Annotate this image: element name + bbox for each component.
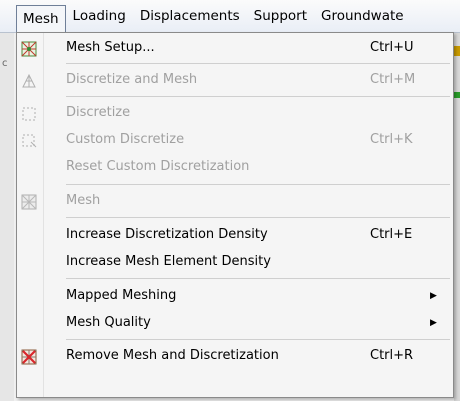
- menu-item-increase-discretization-density[interactable]: Increase Discretization Density Ctrl+E: [17, 221, 453, 249]
- menu-item-label: Discretize and Mesh: [66, 72, 198, 87]
- menu-item-shortcut: Ctrl+U: [370, 40, 414, 55]
- menu-item-label: Reset Custom Discretization: [66, 159, 250, 174]
- mesh-icon: [21, 193, 37, 210]
- menu-separator: [66, 339, 450, 340]
- menubar-item-mesh[interactable]: Mesh: [16, 4, 66, 33]
- mesh-setup-icon: [21, 40, 37, 57]
- menu-item-mesh-quality[interactable]: Mesh Quality ▶: [17, 309, 453, 337]
- submenu-arrow-icon: ▶: [430, 318, 437, 328]
- custom-discretize-icon: [21, 132, 37, 148]
- menu-item-shortcut: Ctrl+M: [370, 72, 416, 87]
- discretize-mesh-icon: [21, 72, 37, 88]
- menu-separator: [66, 63, 450, 64]
- menu-item-remove-mesh-and-discretization[interactable]: Remove Mesh and Discretization Ctrl+R: [17, 342, 453, 370]
- discretize-icon: [21, 105, 37, 121]
- background-accent: [454, 92, 460, 98]
- background-app-right: [454, 32, 460, 401]
- background-app-left: c: [0, 32, 14, 401]
- menu-separator: [66, 96, 450, 97]
- menu-item-label: Discretize: [66, 105, 131, 120]
- menu-item-mesh-setup[interactable]: Mesh Setup... Ctrl+U: [17, 34, 453, 62]
- menubar-item-displacements[interactable]: Displacements: [133, 4, 247, 28]
- submenu-arrow-icon: ▶: [430, 291, 437, 301]
- menu-item-custom-discretize[interactable]: Custom Discretize Ctrl+K: [17, 126, 453, 154]
- menu-item-label: Increase Discretization Density: [66, 227, 268, 242]
- menu-item-label: Mesh Quality: [66, 315, 151, 330]
- remove-mesh-icon: [21, 348, 37, 365]
- menu-item-label: Remove Mesh and Discretization: [66, 348, 279, 363]
- menu-item-reset-custom-discretization[interactable]: Reset Custom Discretization: [17, 153, 453, 181]
- menubar-item-loading[interactable]: Loading: [66, 4, 133, 28]
- menu-item-increase-mesh-element-density[interactable]: Increase Mesh Element Density: [17, 248, 453, 276]
- menu-item-shortcut: Ctrl+R: [370, 348, 414, 363]
- menu-separator: [66, 217, 450, 218]
- menu-item-shortcut: Ctrl+E: [370, 227, 413, 242]
- menu-separator: [66, 184, 450, 185]
- menubar-item-support[interactable]: Support: [247, 4, 314, 28]
- menu-item-discretize-and-mesh[interactable]: Discretize and Mesh Ctrl+M: [17, 66, 453, 94]
- menu-separator: [66, 278, 450, 279]
- menu-item-mapped-meshing[interactable]: Mapped Meshing ▶: [17, 282, 453, 310]
- menu-item-label: Increase Mesh Element Density: [66, 254, 271, 269]
- menu-item-label: Mapped Meshing: [66, 288, 177, 303]
- menu-item-mesh[interactable]: Mesh: [17, 187, 453, 215]
- menu-item-discretize[interactable]: Discretize: [17, 99, 453, 127]
- menu-item-label: Mesh: [66, 193, 101, 208]
- menu-item-label: Custom Discretize: [66, 132, 185, 147]
- mesh-dropdown-menu: Mesh Setup... Ctrl+U Discretize and Mesh…: [16, 32, 454, 398]
- menu-item-shortcut: Ctrl+K: [370, 132, 413, 147]
- menu-item-label: Mesh Setup...: [66, 40, 155, 55]
- background-accent: [454, 46, 460, 56]
- menu-bar: Mesh Loading Displacements Support Groun…: [0, 0, 460, 33]
- background-text-fragment: c: [2, 58, 8, 69]
- menubar-item-groundwater[interactable]: Groundwate: [314, 4, 411, 28]
